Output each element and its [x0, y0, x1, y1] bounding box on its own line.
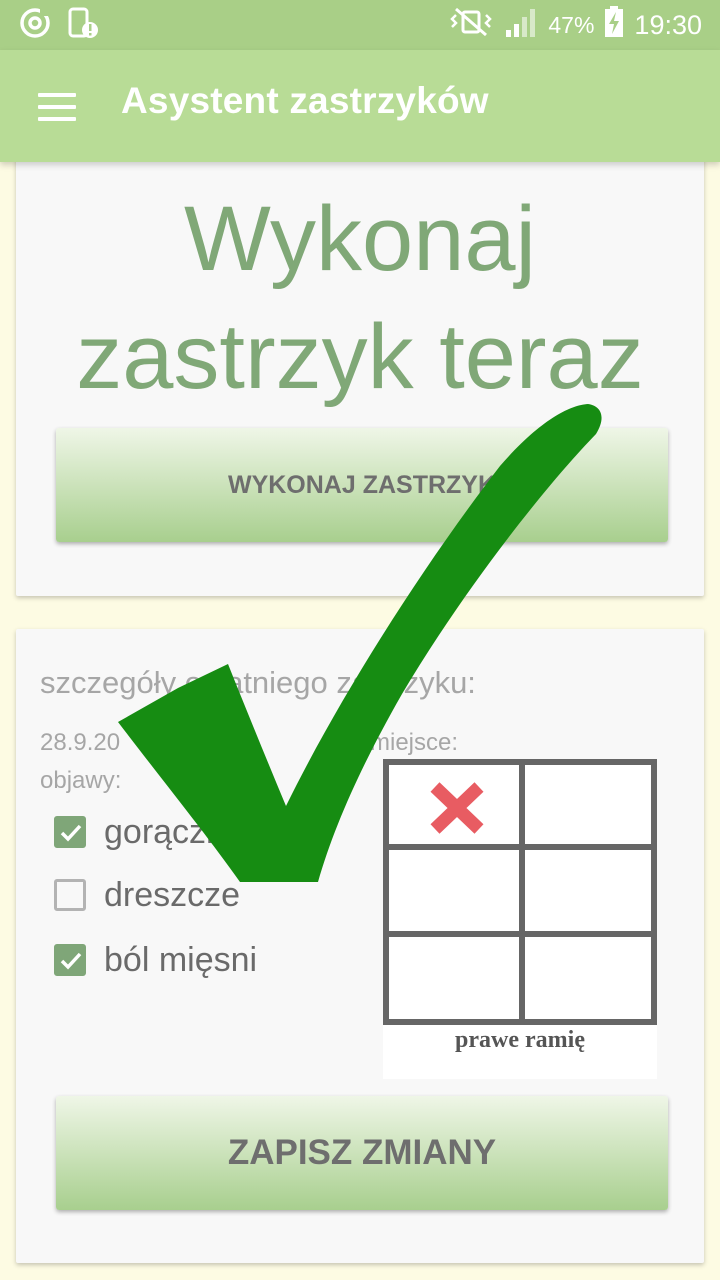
hamburger-menu-icon[interactable] [38, 93, 76, 121]
sync-icon [18, 6, 52, 45]
fever-checkbox[interactable] [54, 816, 86, 848]
status-bar: 47% 19:30 [0, 0, 720, 50]
chills-label: dreszcze [104, 875, 241, 914]
place-label: miejsce: [370, 729, 459, 756]
vibrate-mute-icon [448, 7, 494, 44]
battery-percent: 47% [548, 11, 595, 38]
last-injection-date: 28.9.20 [40, 729, 121, 756]
inject-button[interactable]: WYKONAJ ZASTRZYK [56, 428, 668, 542]
symptom-chills-row[interactable]: dreszcze [54, 875, 240, 915]
symptom-muscle-pain-row[interactable]: ból mięsni [54, 940, 257, 980]
last-injection-details-card: szczegóły ostatniego zastrzyku: 28.9.20 … [16, 629, 704, 1263]
inject-now-card: Wykonaj zastrzyk teraz WYKONAJ ZASTRZYK [16, 150, 704, 596]
injection-site-grid[interactable]: prawe ramię [383, 759, 657, 1079]
chills-checkbox[interactable] [54, 879, 86, 911]
site-grid-diagram [383, 759, 657, 1025]
details-title: szczegóły ostatniego zastrzyku: [40, 665, 476, 700]
site-caption: prawe ramię [455, 1027, 585, 1053]
battery-charging-icon [604, 5, 624, 45]
app-title: Asystent zastrzyków [121, 80, 489, 121]
fever-label: gorączka [104, 812, 242, 851]
checkmark-icon [60, 952, 82, 970]
phone-alert-icon [66, 6, 100, 45]
signal-icon [504, 6, 538, 45]
muscle-pain-label: ból mięsni [104, 940, 258, 979]
symptom-fever-row[interactable]: gorączka [54, 812, 242, 852]
muscle-pain-checkbox[interactable] [54, 944, 86, 976]
status-time: 19:30 [634, 9, 702, 40]
checkmark-icon [60, 824, 82, 842]
symptoms-label: objawy: [40, 767, 122, 794]
save-changes-button[interactable]: ZAPISZ ZMIANY [56, 1096, 668, 1210]
inject-now-headline: Wykonaj zastrzyk teraz [76, 188, 644, 408]
app-bar: Asystent zastrzyków [0, 50, 720, 162]
